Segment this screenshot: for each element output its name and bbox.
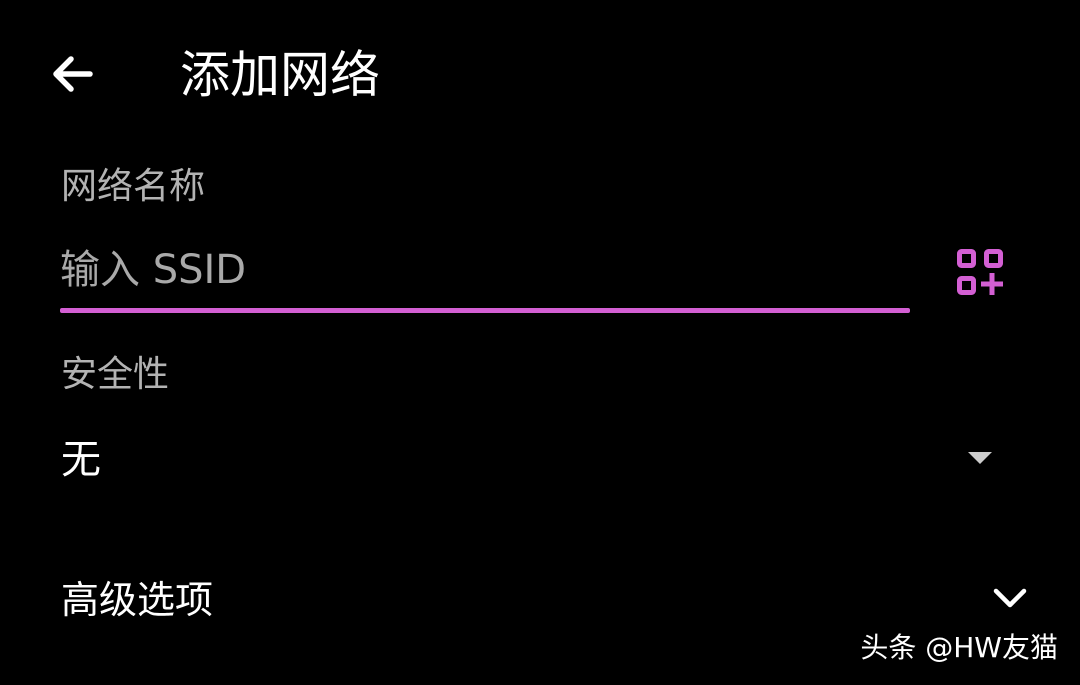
- ssid-input-underline: [60, 308, 910, 313]
- advanced-options-label: 高级选项: [61, 578, 214, 622]
- network-name-label: 网络名称: [61, 166, 206, 207]
- scan-qr-button[interactable]: [948, 240, 1012, 304]
- triangle-down-icon: [968, 452, 992, 464]
- security-label: 安全性: [61, 354, 170, 395]
- security-selected-value: 无: [61, 437, 101, 483]
- back-button[interactable]: [40, 42, 104, 106]
- qr-code-icon: [957, 249, 1003, 295]
- watermark-text: 头条 @HW友猫: [860, 631, 1058, 664]
- arrow-left-icon: [53, 56, 93, 92]
- ssid-input[interactable]: [60, 238, 910, 302]
- page-title: 添加网络: [180, 46, 380, 104]
- chevron-down-icon: [993, 588, 1027, 608]
- security-select[interactable]: 无: [0, 420, 1080, 500]
